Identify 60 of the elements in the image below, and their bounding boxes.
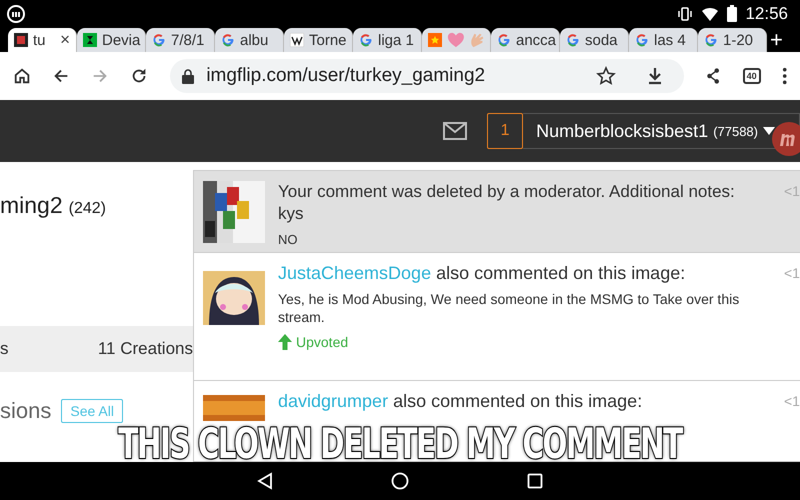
tab-count-button[interactable]: 40: [742, 68, 761, 84]
caret-icon: [763, 127, 775, 135]
profile-tab[interactable]: s: [0, 339, 8, 359]
vibrate-icon: [677, 6, 694, 22]
google-favicon-icon: [497, 33, 511, 47]
address-field[interactable]: imgflip.com/user/turkey_gaming2: [170, 59, 684, 93]
app-notification-icon: [7, 4, 25, 22]
google-favicon-icon: [635, 33, 649, 47]
browser-tab[interactable]: 1-20: [698, 28, 767, 52]
logo-icon: [772, 122, 800, 156]
site-favicon-icon: [14, 33, 28, 47]
profile-points: (242): [68, 200, 106, 218]
recent-apps-icon[interactable]: [527, 473, 543, 489]
back-icon[interactable]: [257, 472, 273, 490]
hand-icon: [470, 31, 484, 49]
profile-tab[interactable]: 11 Creations: [98, 339, 193, 359]
close-icon[interactable]: ×: [60, 30, 70, 50]
clock-time: 12:56: [745, 4, 788, 24]
profile-username: ming2: [0, 192, 63, 219]
browser-tab[interactable]: ancca: [491, 28, 560, 52]
google-favicon-icon: [566, 33, 580, 47]
menu-icon[interactable]: [782, 66, 788, 86]
site-favicon-icon: [83, 33, 97, 47]
browser-tab[interactable]: las 4: [629, 28, 698, 52]
notification-item[interactable]: JustaCheemsDoge also commented on this image: Yes, he is Mod Abusing, We need someone in the MSMG to Take over this stream. Upvoted <1: [194, 253, 800, 381]
battery-icon: [727, 5, 738, 22]
home-circle-icon[interactable]: [391, 472, 409, 490]
new-tab-button[interactable]: +: [770, 28, 783, 52]
notification-time: <1: [784, 265, 800, 281]
share-icon[interactable]: [705, 66, 722, 86]
google-favicon-icon: [221, 33, 235, 47]
notification-item[interactable]: davidgrumper also commented on this image: <1: [194, 381, 800, 427]
google-favicon-icon: [359, 33, 373, 47]
google-favicon-icon: [704, 33, 718, 47]
browser-tab[interactable]: soda: [560, 28, 629, 52]
notification-message: also commented on this image:: [436, 263, 686, 284]
browser-tab[interactable]: liga 1: [353, 28, 422, 52]
heart-icon: [447, 31, 465, 49]
browser-tab[interactable]: Devia: [77, 28, 146, 52]
upvoted-status: Upvoted: [296, 334, 348, 350]
notification-message: also commented on this image:: [393, 391, 642, 412]
wifi-icon: [701, 6, 720, 22]
mail-icon[interactable]: [443, 122, 468, 140]
browser-tab[interactable]: Torne: [284, 28, 353, 52]
site-favicon-icon: [428, 33, 442, 47]
comment-text: Yes, he is Mod Abusing, We need someone in the MSMG to Take over this stream.: [278, 290, 740, 326]
section-heading: sions: [0, 398, 52, 424]
bookmark-star-icon[interactable]: [596, 66, 616, 86]
google-favicon-icon: [152, 33, 166, 47]
notification-time: <1: [784, 393, 800, 409]
comment-text: NO: [278, 231, 298, 249]
home-icon[interactable]: [13, 66, 32, 86]
lock-icon: [182, 68, 194, 84]
browser-tab[interactable]: tu ×: [8, 28, 77, 52]
browser-tab[interactable]: 7/8/1: [146, 28, 215, 52]
upvote-arrow-icon: [278, 334, 292, 350]
notification-count-button[interactable]: 1: [487, 113, 524, 149]
wiki-favicon-icon: [290, 33, 304, 47]
notification-message: Your comment was deleted by a moderator. Additional notes: kys: [278, 181, 736, 225]
browser-tab[interactable]: albu: [215, 28, 284, 52]
